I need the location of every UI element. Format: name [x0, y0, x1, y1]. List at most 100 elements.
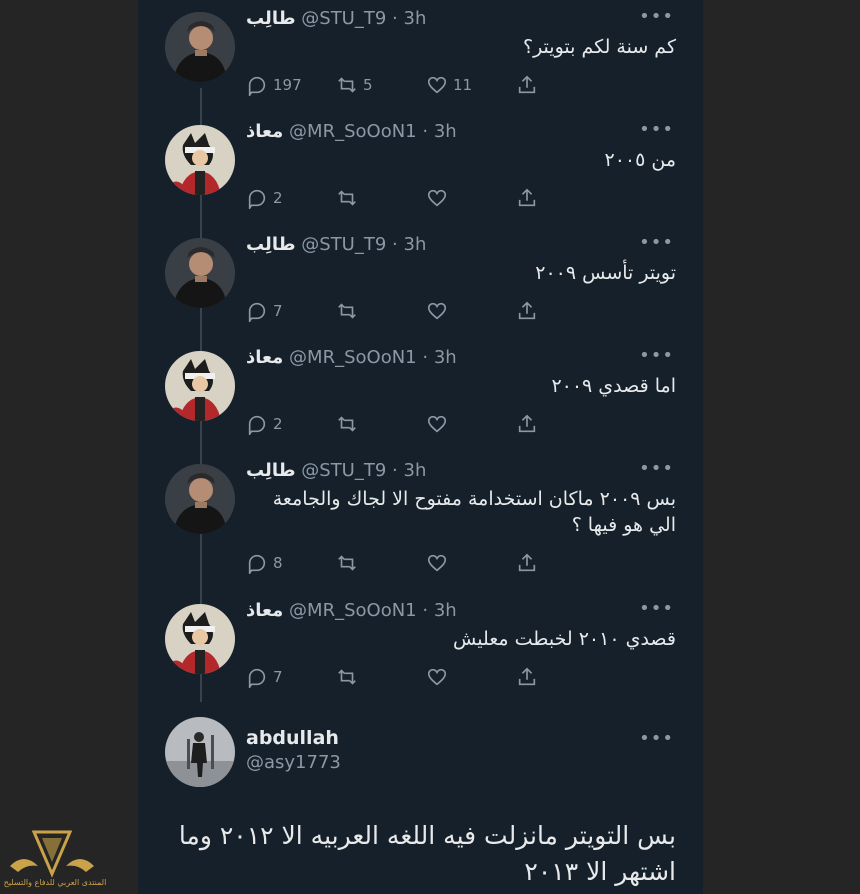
heart-icon: [427, 302, 447, 320]
more-options-icon[interactable]: •••: [639, 232, 674, 253]
display-name[interactable]: معاذ: [246, 121, 283, 142]
display-name[interactable]: طالِب: [246, 234, 296, 255]
user-handle[interactable]: @STU_T9: [301, 8, 386, 29]
avatar[interactable]: [165, 604, 235, 674]
avatar[interactable]: [165, 464, 235, 534]
more-options-icon[interactable]: •••: [639, 345, 674, 366]
retweet-icon: [338, 303, 356, 319]
main-tweet-text: بس التويتر مانزلت فيه اللغه العربيه الا …: [178, 821, 676, 886]
like-button[interactable]: [426, 300, 516, 322]
like-button[interactable]: [426, 666, 516, 688]
separator: ·: [422, 121, 429, 142]
reply-icon: [248, 76, 266, 96]
avatar[interactable]: [165, 717, 235, 787]
tweet-actions: 7: [246, 299, 606, 323]
reply-count: 197: [273, 76, 302, 94]
more-options-icon[interactable]: •••: [639, 598, 674, 619]
display-name[interactable]: معاذ: [246, 600, 283, 621]
retweet-icon: [338, 77, 356, 93]
avatar[interactable]: [165, 238, 235, 308]
more-options-icon[interactable]: •••: [639, 728, 674, 749]
user-handle[interactable]: @STU_T9: [301, 460, 386, 481]
share-button[interactable]: [516, 300, 606, 322]
tweet[interactable]: طالِب @STU_T9 · 3h ••• بس ٢٠٠٩ ماكان است…: [138, 452, 703, 592]
watermark-text: المنتدى العربي للدفاع والتسليح: [3, 878, 107, 887]
retweet-icon: [338, 555, 356, 571]
reply-icon: [248, 189, 266, 209]
share-button[interactable]: [516, 74, 606, 96]
timestamp[interactable]: 3h: [434, 600, 457, 621]
reply-button[interactable]: 8: [246, 552, 336, 574]
share-button[interactable]: [516, 552, 606, 574]
more-options-icon[interactable]: •••: [639, 458, 674, 479]
avatar[interactable]: [165, 351, 235, 421]
like-count: 11: [453, 76, 473, 94]
display-name[interactable]: طالِب: [246, 460, 296, 481]
display-name[interactable]: طالِب: [246, 8, 296, 29]
tweet[interactable]: طالِب @STU_T9 · 3h ••• تويتر تأسس ٢٠٠٩ 7: [138, 226, 703, 339]
retweet-button[interactable]: [336, 413, 426, 435]
share-button[interactable]: [516, 187, 606, 209]
like-button[interactable]: [426, 187, 516, 209]
share-icon: [518, 553, 536, 572]
reply-button[interactable]: 197: [246, 74, 336, 96]
tweet[interactable]: معاذ @MR_SoOoN1 · 3h ••• اما قصدي ٢٠٠٩ 2: [138, 339, 703, 452]
tweet[interactable]: طالِب @STU_T9 · 3h ••• كم سنة لكم بتويتر…: [138, 0, 703, 113]
tweet[interactable]: معاذ @MR_SoOoN1 · 3h ••• قصدي ٢٠١٠ لخبطت…: [138, 592, 703, 705]
tweet-header: معاذ @MR_SoOoN1 · 3h: [246, 347, 618, 373]
retweet-button[interactable]: [336, 552, 426, 574]
separator: ·: [422, 600, 429, 621]
timestamp[interactable]: 3h: [404, 460, 427, 481]
timestamp[interactable]: 3h: [434, 347, 457, 368]
share-button[interactable]: [516, 666, 606, 688]
user-handle[interactable]: @MR_SoOoN1: [289, 600, 417, 621]
tweet-text: اما قصدي ٢٠٠٩: [551, 375, 676, 397]
heart-icon: [427, 415, 447, 433]
timestamp[interactable]: 3h: [404, 234, 427, 255]
tweet-actions: 8: [246, 551, 606, 575]
heart-icon: [427, 668, 447, 686]
reply-icon: [248, 302, 266, 322]
retweet-button[interactable]: 5: [336, 74, 426, 96]
tweet-header: معاذ @MR_SoOoN1 · 3h: [246, 600, 618, 626]
reply-count: 2: [273, 415, 283, 433]
more-options-icon[interactable]: •••: [639, 6, 674, 27]
retweet-button[interactable]: [336, 300, 426, 322]
retweet-button[interactable]: [336, 666, 426, 688]
reply-button[interactable]: 2: [246, 413, 336, 435]
like-button[interactable]: 11: [426, 74, 516, 96]
timestamp[interactable]: 3h: [434, 121, 457, 142]
reply-button[interactable]: 7: [246, 666, 336, 688]
separator: ·: [392, 234, 398, 255]
tweet-header: طالِب @STU_T9 · 3h: [246, 460, 618, 486]
user-handle[interactable]: @MR_SoOoN1: [289, 121, 417, 142]
retweet-icon: [338, 190, 356, 206]
tweet-text: من ٢٠٠٥: [604, 149, 676, 171]
retweet-button[interactable]: [336, 187, 426, 209]
reply-count: 8: [273, 554, 283, 572]
heart-icon: [427, 189, 447, 207]
display-name[interactable]: abdullah: [246, 727, 339, 749]
reply-count: 2: [273, 189, 283, 207]
like-button[interactable]: [426, 552, 516, 574]
tweet-header: طالِب @STU_T9 · 3h: [246, 8, 618, 34]
separator: ·: [422, 347, 429, 368]
display-name[interactable]: معاذ: [246, 347, 283, 368]
user-handle[interactable]: @STU_T9: [301, 234, 386, 255]
avatar[interactable]: [165, 12, 235, 82]
tweet-actions: 7: [246, 665, 606, 689]
heart-icon: [427, 76, 447, 94]
reply-button[interactable]: 2: [246, 187, 336, 209]
timestamp[interactable]: 3h: [404, 8, 427, 29]
share-button[interactable]: [516, 413, 606, 435]
share-icon: [518, 75, 536, 94]
tweet[interactable]: معاذ @MR_SoOoN1 · 3h ••• من ٢٠٠٥ 2: [138, 113, 703, 226]
reply-button[interactable]: 7: [246, 300, 336, 322]
user-handle[interactable]: @asy1773: [246, 752, 341, 773]
avatar[interactable]: [165, 125, 235, 195]
more-options-icon[interactable]: •••: [639, 119, 674, 140]
tweet-actions: 2: [246, 412, 606, 436]
user-handle[interactable]: @MR_SoOoN1: [289, 347, 417, 368]
share-icon: [518, 301, 536, 320]
like-button[interactable]: [426, 413, 516, 435]
